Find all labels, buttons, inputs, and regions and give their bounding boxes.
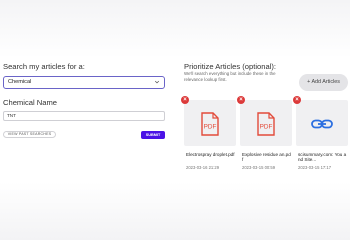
article-date: 2023-03-15 00:59 [242,165,276,170]
article-title: scisummary.com: You and Site... [298,152,347,163]
top-background [0,0,350,58]
link-icon [311,119,333,129]
bottom-background [0,182,350,240]
article-thumbnail [296,100,348,146]
svg-text:PDF: PDF [204,124,217,131]
article-title: Explosive residue an.pdf [242,152,291,163]
article-title: Electrospray droplet.pdf [186,152,235,157]
svg-text:PDF: PDF [260,124,273,131]
article-type-value: Chemical [8,79,32,85]
article-thumbnail: PDF [184,100,236,146]
chemical-name-label: Chemical Name [3,98,58,107]
submit-button[interactable]: SUBMIT [141,131,165,139]
chevron-down-icon [154,80,160,84]
article-type-select[interactable]: Chemical [3,76,165,89]
chemical-name-input[interactable]: TNT [3,111,165,121]
remove-article-button[interactable]: × [237,96,245,104]
article-date: 2023-03-16 21:29 [186,165,220,170]
prioritize-heading: Prioritize Articles (optional): [184,62,276,71]
pdf-icon: PDF [201,112,219,136]
prioritize-subtext-line2: relevance lookup first. [184,77,227,82]
view-past-searches-button[interactable]: VIEW PAST SEARCHES [3,131,56,138]
add-articles-button[interactable]: + Add Articles [299,74,348,91]
search-heading: Search my articles for a: [3,62,85,71]
remove-article-button[interactable]: × [293,96,301,104]
article-thumbnail: PDF [240,100,292,146]
pdf-icon: PDF [257,112,275,136]
article-date: 2023-03-15 17:17 [298,165,332,170]
remove-article-button[interactable]: × [181,96,189,104]
